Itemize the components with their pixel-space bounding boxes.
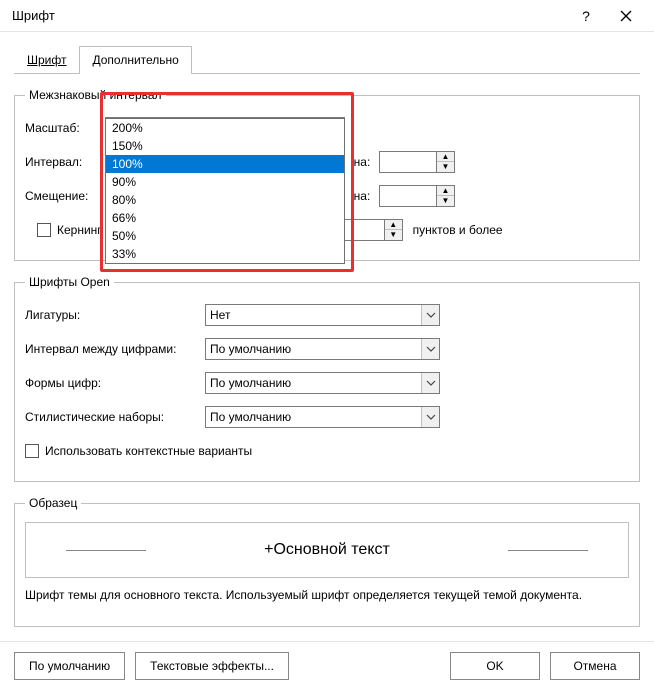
sample-line-left [66, 550, 146, 551]
spin-down-icon[interactable]: ▼ [437, 196, 454, 206]
scale-option[interactable]: 150% [106, 137, 344, 155]
interval-input[interactable] [380, 152, 436, 172]
tab-font[interactable]: Шрифт [14, 46, 79, 73]
text-effects-button[interactable]: Текстовые эффекты... [135, 652, 289, 680]
interval-spinner[interactable]: ▲▼ [379, 151, 455, 173]
tab-advanced[interactable]: Дополнительно [79, 46, 191, 74]
ok-button[interactable]: OK [450, 652, 540, 680]
checkbox-icon [25, 444, 39, 458]
scale-option[interactable]: 90% [106, 173, 344, 191]
sample-line-right [508, 550, 588, 551]
opentype-legend: Шрифты Open [25, 275, 114, 289]
checkbox-icon [37, 223, 51, 237]
scale-dropdown[interactable]: 200%150%100%90%80%66%50%33% [105, 118, 345, 264]
chevron-down-icon[interactable] [421, 407, 439, 427]
digit-spacing-value: По умолчанию [210, 342, 291, 356]
interval-label: Интервал: [25, 155, 105, 169]
stylistic-value: По умолчанию [210, 410, 291, 424]
close-button[interactable] [606, 2, 646, 30]
titlebar: Шрифт ? [0, 0, 654, 32]
sample-note: Шрифт темы для основного текста. Использ… [25, 588, 629, 602]
kerning-checkbox[interactable]: Кернинг [37, 223, 102, 237]
offset-spinner[interactable]: ▲▼ [379, 185, 455, 207]
kerning-suffix: пунктов и более [413, 223, 503, 237]
stylistic-combo[interactable]: По умолчанию [205, 406, 440, 428]
tab-bar: Шрифт Дополнительно [14, 46, 640, 74]
kerning-label: Кернинг [57, 223, 102, 237]
spin-down-icon[interactable]: ▼ [385, 230, 402, 240]
opentype-group: Шрифты Open Лигатуры: Нет Интервал между… [14, 275, 640, 482]
window-title: Шрифт [12, 8, 55, 23]
close-icon [620, 10, 632, 22]
digit-forms-label: Формы цифр: [25, 376, 205, 390]
offset-label: Смещение: [25, 189, 105, 203]
scale-option[interactable]: 200% [106, 119, 344, 137]
defaults-button[interactable]: По умолчанию [14, 652, 125, 680]
help-button[interactable]: ? [566, 2, 606, 30]
sample-group: Образец +Основной текст Шрифт темы для о… [14, 496, 640, 627]
scale-label: Масштаб: [25, 121, 105, 135]
dialog-footer: По умолчанию Текстовые эффекты... OK Отм… [0, 641, 654, 694]
scale-option[interactable]: 33% [106, 245, 344, 263]
ligatures-label: Лигатуры: [25, 308, 205, 322]
sample-legend: Образец [25, 496, 81, 510]
scale-option[interactable]: 50% [106, 227, 344, 245]
stylistic-label: Стилистические наборы: [25, 410, 205, 424]
chevron-down-icon[interactable] [421, 339, 439, 359]
sample-text: +Основной текст [264, 541, 390, 559]
cancel-button[interactable]: Отмена [550, 652, 640, 680]
scale-option[interactable]: 80% [106, 191, 344, 209]
spacing-legend: Межзнаковый интервал [25, 88, 166, 102]
scale-option[interactable]: 100% [106, 155, 344, 173]
spin-down-icon[interactable]: ▼ [437, 162, 454, 172]
interval-by-label: на: [349, 155, 375, 169]
ligatures-value: Нет [210, 308, 230, 322]
offset-input[interactable] [380, 186, 436, 206]
scale-option[interactable]: 66% [106, 209, 344, 227]
contextual-checkbox[interactable]: Использовать контекстные варианты [25, 444, 252, 458]
spin-up-icon[interactable]: ▲ [437, 186, 454, 196]
contextual-label: Использовать контекстные варианты [45, 444, 252, 458]
digit-forms-combo[interactable]: По умолчанию [205, 372, 440, 394]
sample-box: +Основной текст [25, 522, 629, 578]
chevron-down-icon[interactable] [421, 305, 439, 325]
window-controls: ? [566, 2, 646, 30]
digit-forms-value: По умолчанию [210, 376, 291, 390]
offset-by-label: на: [349, 189, 375, 203]
chevron-down-icon[interactable] [421, 373, 439, 393]
digit-spacing-label: Интервал между цифрами: [25, 342, 205, 356]
digit-spacing-combo[interactable]: По умолчанию [205, 338, 440, 360]
ligatures-combo[interactable]: Нет [205, 304, 440, 326]
spin-up-icon[interactable]: ▲ [385, 220, 402, 230]
spin-up-icon[interactable]: ▲ [437, 152, 454, 162]
